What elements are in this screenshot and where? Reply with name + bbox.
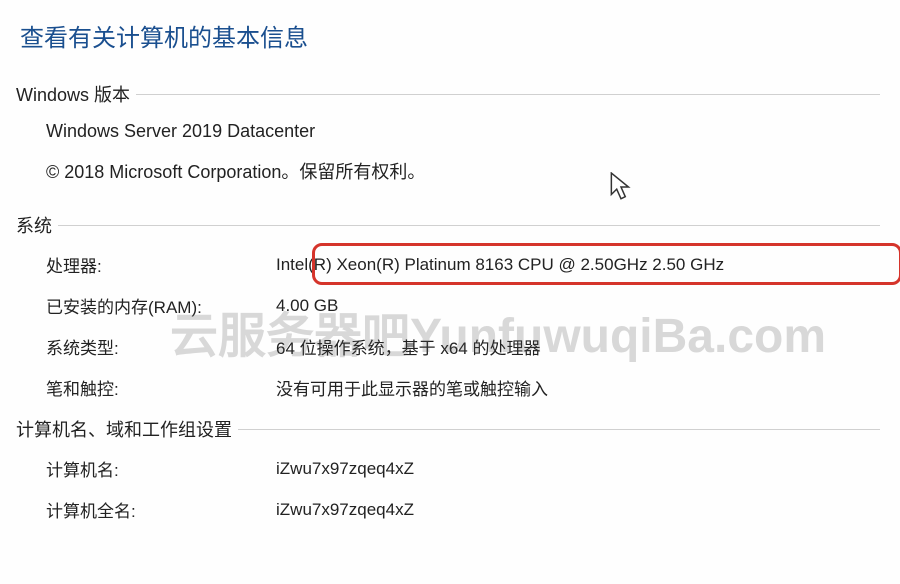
section-header-divider [136, 94, 880, 95]
label-computer-name: 计算机名: [46, 456, 276, 481]
section-header-system: 系统 [16, 212, 880, 238]
label-pen-touch: 笔和触控: [46, 375, 276, 400]
section-header-computer-name: 计算机名、域和工作组设置 [16, 416, 880, 442]
section-computer-name: 计算机名、域和工作组设置 计算机名: iZwu7x97zqeq4xZ 计算机全名… [20, 416, 880, 522]
row-computer-name: 计算机名: iZwu7x97zqeq4xZ [46, 456, 880, 481]
section-header-windows-edition: Windows 版本 [16, 81, 880, 107]
value-system-type: 64 位操作系统，基于 x64 的处理器 [276, 334, 541, 359]
row-system-type: 系统类型: 64 位操作系统，基于 x64 的处理器 [46, 334, 880, 359]
row-pen-touch: 笔和触控: 没有可用于此显示器的笔或触控输入 [46, 375, 880, 400]
section-windows-edition: Windows 版本 Windows Server 2019 Datacente… [20, 81, 880, 184]
row-processor: 处理器: Intel(R) Xeon(R) Platinum 8163 CPU … [46, 252, 880, 277]
copyright: © 2018 Microsoft Corporation。保留所有权利。 [46, 158, 880, 184]
label-computer-fullname: 计算机全名: [46, 497, 276, 522]
section-header-label: 计算机名、域和工作组设置 [16, 416, 238, 442]
row-computer-fullname: 计算机全名: iZwu7x97zqeq4xZ [46, 497, 880, 522]
value-computer-name: iZwu7x97zqeq4xZ [276, 459, 414, 479]
row-ram: 已安装的内存(RAM): 4.00 GB [46, 293, 880, 318]
label-system-type: 系统类型: [46, 334, 276, 359]
label-processor: 处理器: [46, 252, 276, 277]
section-header-label: 系统 [16, 212, 58, 238]
section-header-divider [58, 225, 880, 226]
value-pen-touch: 没有可用于此显示器的笔或触控输入 [276, 375, 548, 400]
section-header-label: Windows 版本 [16, 81, 136, 107]
os-name: Windows Server 2019 Datacenter [46, 121, 880, 142]
label-ram: 已安装的内存(RAM): [46, 293, 276, 318]
section-header-divider [238, 429, 880, 430]
value-computer-fullname: iZwu7x97zqeq4xZ [276, 500, 414, 520]
page-title: 查看有关计算机的基本信息 [20, 18, 880, 53]
section-system: 系统 处理器: Intel(R) Xeon(R) Platinum 8163 C… [20, 212, 880, 400]
value-ram: 4.00 GB [276, 296, 338, 316]
value-processor: Intel(R) Xeon(R) Platinum 8163 CPU @ 2.5… [276, 255, 724, 275]
